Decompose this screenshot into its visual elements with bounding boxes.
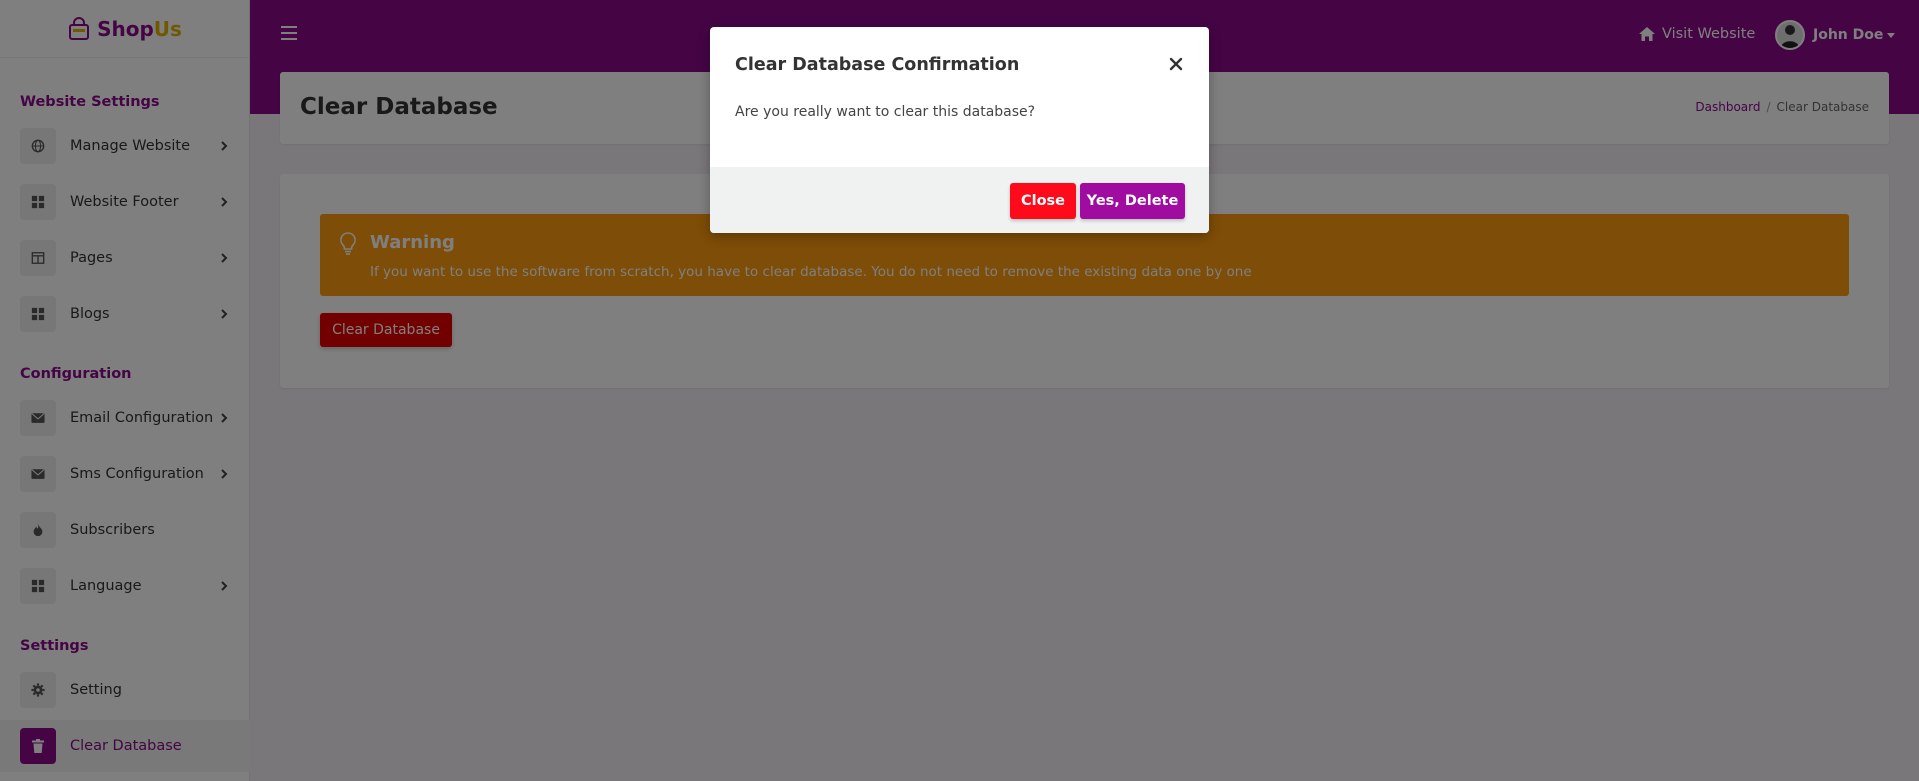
confirm-modal: Clear Database Confirmation Are you real… xyxy=(710,27,1209,233)
modal-title: Clear Database Confirmation xyxy=(735,55,1020,75)
modal-body-text: Are you really want to clear this databa… xyxy=(735,104,1036,120)
confirm-delete-button[interactable]: Yes, Delete xyxy=(1080,183,1185,219)
close-icon[interactable] xyxy=(1167,55,1185,73)
close-button[interactable]: Close xyxy=(1010,183,1076,219)
